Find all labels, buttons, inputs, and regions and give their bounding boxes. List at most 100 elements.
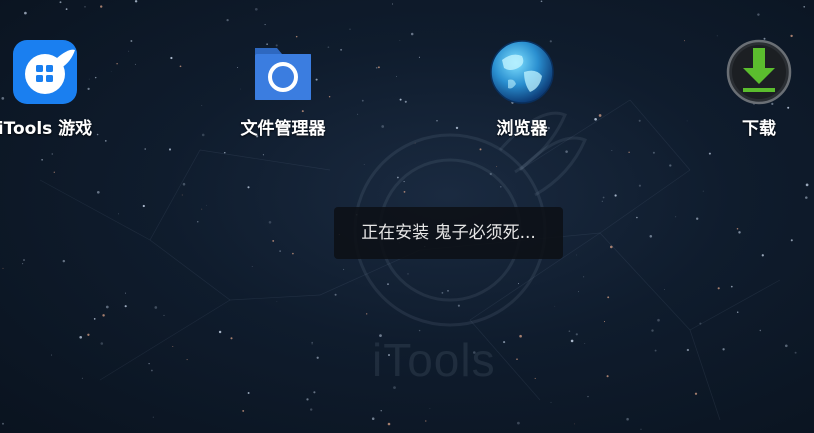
wallpaper-star <box>784 344 788 348</box>
wallpaper-star <box>794 351 797 354</box>
wallpaper-star <box>387 283 389 285</box>
wallpaper-star <box>264 24 266 26</box>
wallpaper-star <box>517 283 520 285</box>
wallpaper-star <box>349 28 351 30</box>
wallpaper-star <box>601 200 603 202</box>
wallpaper-star <box>268 221 272 224</box>
wallpaper-star <box>226 18 229 22</box>
wallpaper-star <box>313 391 316 394</box>
wallpaper-star <box>118 213 119 215</box>
wallpaper-star <box>272 239 275 242</box>
wallpaper-star <box>805 183 809 187</box>
wallpaper-star <box>377 66 380 69</box>
folder-icon <box>255 48 311 100</box>
wallpaper-star <box>292 252 294 255</box>
wallpaper-star <box>499 185 502 188</box>
wallpaper-star <box>65 8 68 10</box>
wallpaper-star <box>397 176 399 179</box>
wallpaper-star <box>403 181 405 183</box>
app-itools-games[interactable]: iTools 游戏 <box>0 38 105 139</box>
wallpaper-star <box>181 194 183 196</box>
wallpaper-star <box>371 417 375 420</box>
wallpaper-star <box>652 151 655 154</box>
wallpaper-star <box>708 152 711 155</box>
wallpaper-star <box>418 56 420 58</box>
wallpaper-star <box>640 428 642 430</box>
wallpaper-star <box>316 356 319 359</box>
wallpaper-star <box>363 164 365 166</box>
wallpaper-star <box>587 395 589 398</box>
app-file-manager[interactable]: 文件管理器 <box>223 38 343 139</box>
wallpaper-star <box>686 120 688 122</box>
wallpaper-star <box>104 140 107 142</box>
wallpaper-star <box>550 401 552 403</box>
wallpaper-star <box>702 190 704 192</box>
wallpaper-star <box>387 422 391 426</box>
wallpaper-star <box>170 56 173 60</box>
wallpaper-star <box>686 348 690 352</box>
wallpaper-star <box>447 290 449 292</box>
wallpaper-star <box>102 314 105 317</box>
wallpaper-star <box>142 204 145 208</box>
wallpaper-star <box>254 7 258 11</box>
wallpaper-star <box>148 362 150 365</box>
app-download[interactable]: 下载 <box>699 38 814 139</box>
itools-watermark-text: iTools <box>372 334 496 386</box>
wallpaper-star <box>168 148 172 151</box>
wallpaper-star <box>134 0 138 3</box>
wallpaper-star <box>2 267 4 269</box>
wallpaper-star <box>23 259 25 261</box>
wallpaper-star <box>584 343 586 344</box>
wallpaper-star <box>276 301 278 302</box>
wallpaper-star <box>436 120 438 122</box>
wallpaper-star <box>22 263 24 265</box>
wallpaper-star <box>568 330 571 333</box>
wallpaper-star <box>790 239 793 242</box>
wallpaper-star <box>738 231 741 234</box>
wallpaper-star <box>638 184 641 187</box>
wallpaper-star <box>51 153 53 155</box>
app-label: iTools 游戏 <box>0 119 93 139</box>
wallpaper-star <box>636 216 638 219</box>
wallpaper-star <box>578 291 579 293</box>
wallpaper-star <box>761 254 764 257</box>
wallpaper-star <box>410 32 414 36</box>
wallpaper-star <box>100 342 104 345</box>
wallpaper-star <box>696 217 699 220</box>
wallpaper-star <box>407 273 409 275</box>
wallpaper-star <box>116 63 118 65</box>
wallpaper-star <box>24 11 27 15</box>
wallpaper-star <box>197 221 199 223</box>
wallpaper-star <box>607 296 610 299</box>
wallpaper-star <box>59 1 62 4</box>
wallpaper-star <box>429 408 431 409</box>
wallpaper-star <box>201 133 205 137</box>
app-browser[interactable]: 浏览器 <box>462 38 582 139</box>
wallpaper-star <box>206 204 207 206</box>
wallpaper-star <box>583 276 585 278</box>
wallpaper-star <box>626 417 629 421</box>
wallpaper-star <box>152 416 154 418</box>
wallpaper-star <box>574 423 575 425</box>
wallpaper-star <box>503 341 506 344</box>
wallpaper-star <box>606 375 609 378</box>
wallpaper-star <box>803 5 806 8</box>
wallpaper-star <box>79 335 83 339</box>
app-label: 下载 <box>742 119 776 139</box>
wallpaper-star <box>343 268 345 271</box>
install-progress-toast: 正在安装 鬼子必须死... <box>334 207 563 259</box>
wallpaper-star <box>130 40 133 42</box>
wallpaper-star <box>311 343 313 345</box>
wallpaper-star <box>134 63 136 65</box>
wallpaper-star <box>638 119 641 122</box>
wallpaper-star <box>262 154 264 156</box>
wallpaper-star <box>664 289 665 291</box>
wallpaper-star <box>392 3 393 5</box>
wallpaper-star <box>163 314 165 316</box>
wallpaper-star <box>53 171 55 173</box>
wallpaper-star <box>516 358 518 360</box>
wallpaper-star <box>669 164 672 167</box>
wallpaper-star <box>366 313 368 315</box>
globe-icon <box>490 40 554 104</box>
wallpaper-star <box>570 339 574 343</box>
